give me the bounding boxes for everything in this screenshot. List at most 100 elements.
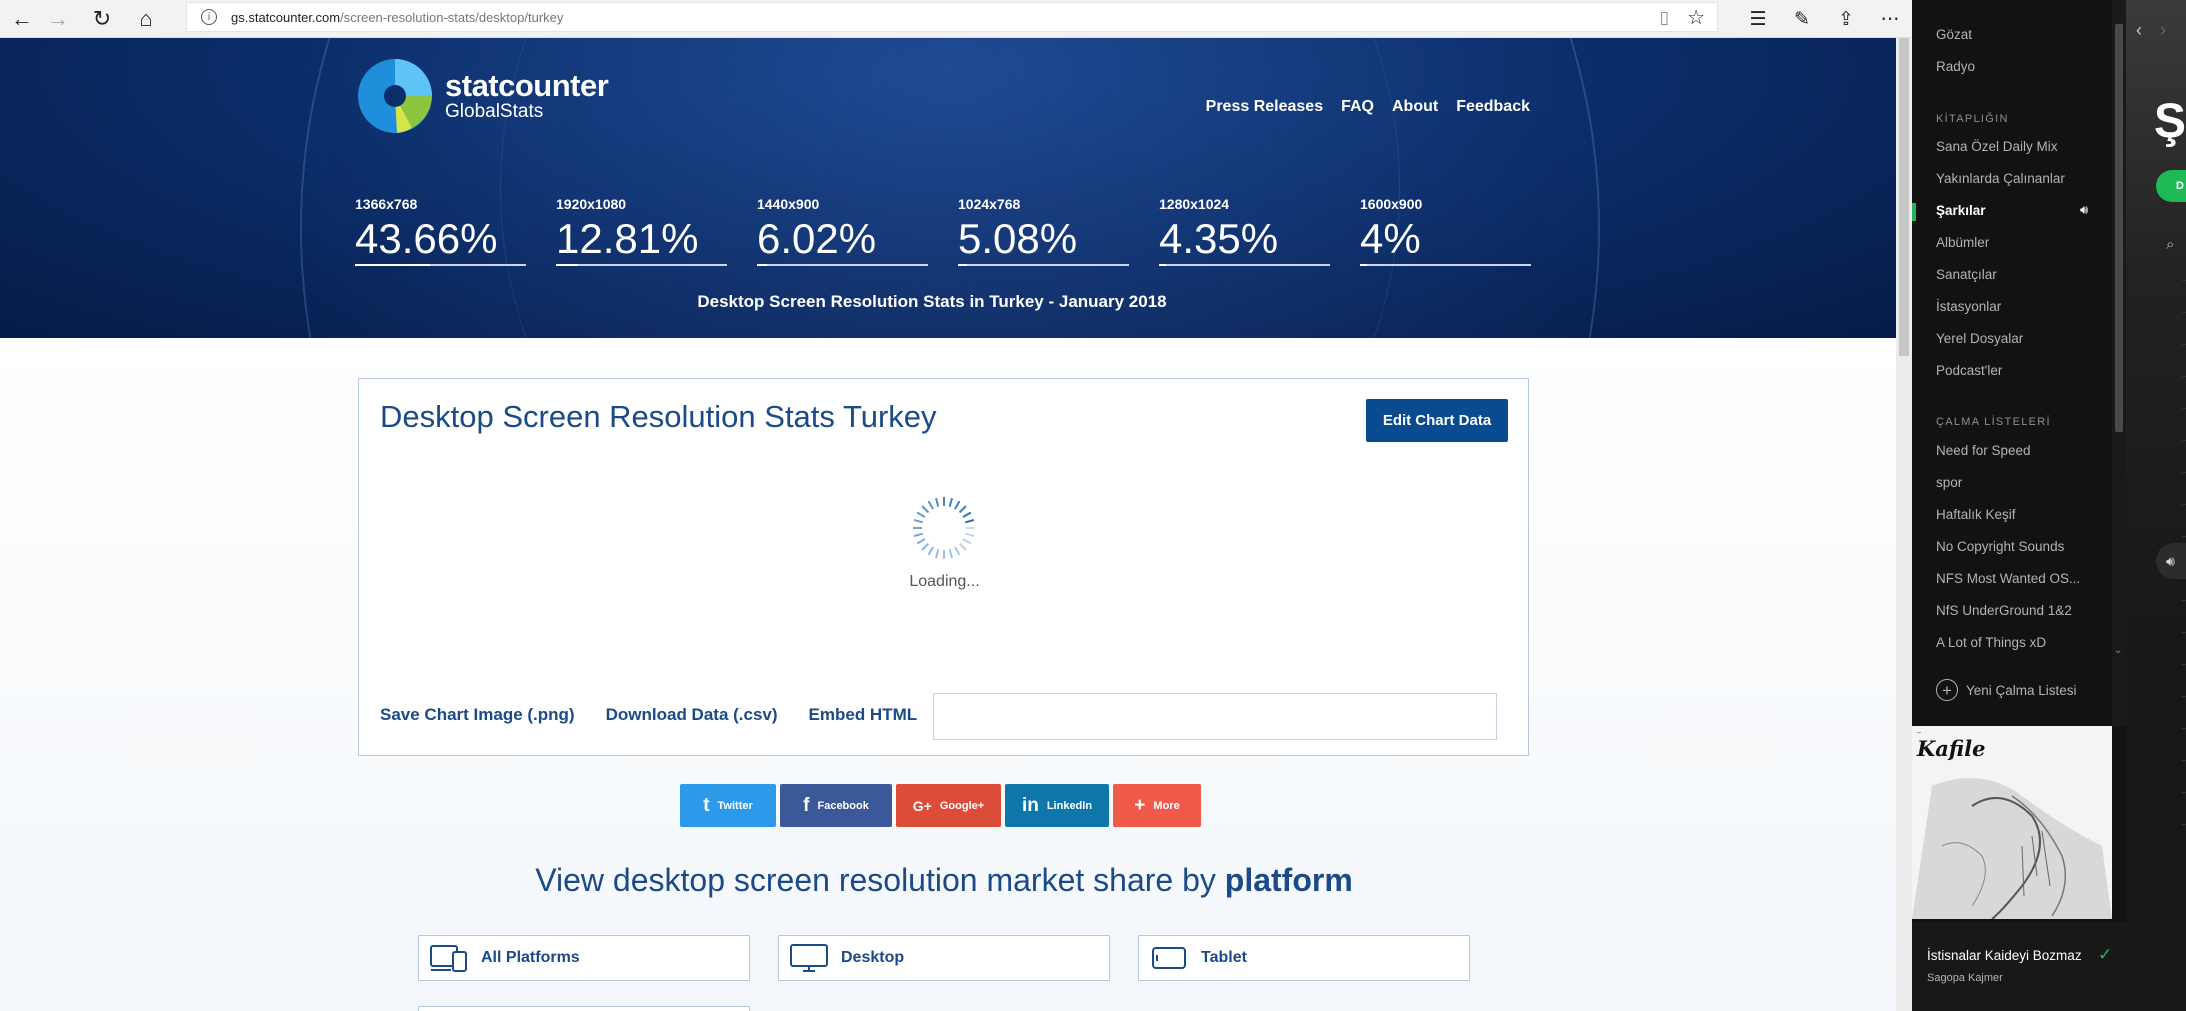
logo-title: statcounter [445, 68, 609, 103]
nav-faq[interactable]: FAQ [1341, 98, 1374, 116]
sidebar-item-radio[interactable]: Radyo [1936, 59, 1975, 74]
platform-label: Tablet [1201, 949, 1247, 966]
stat-item[interactable]: 1600x900 4% [1360, 196, 1531, 266]
page-scrollbar[interactable] [1896, 38, 1912, 1011]
stat-bar-fill [1360, 264, 1367, 266]
refresh-icon[interactable]: ↻ [80, 0, 124, 38]
linkedin-button[interactable]: in LinkedIn [1005, 784, 1109, 827]
sidebar-item-local-files[interactable]: Yerel Dosyalar [1936, 331, 2023, 346]
twitter-button[interactable]: t Twitter [680, 784, 776, 827]
screen: ← → ↻ ⌂ i gs.statcounter.com/screen-reso… [0, 0, 2186, 1011]
playlist-item[interactable]: NFS Most Wanted OS... [1936, 571, 2080, 586]
statcounter-logo[interactable]: statcounter GlobalStats [357, 58, 609, 134]
statcounter-logo-icon [358, 59, 432, 133]
spotify-play-button[interactable]: D [2156, 170, 2186, 202]
stat-percentage: 4.35% [1159, 215, 1279, 262]
twitter-label: Twitter [717, 799, 753, 812]
favorites-list-icon[interactable]: ☰ [1736, 0, 1780, 38]
sidebar-item-recently-played[interactable]: Yakınlarda Çalınanlar [1936, 171, 2065, 186]
playlist-item[interactable]: spor [1936, 475, 1962, 490]
spinner-spoke [964, 532, 975, 537]
stat-bar-fill [556, 264, 578, 266]
home-icon[interactable]: ⌂ [124, 0, 168, 38]
top-stats: 1366x768 43.66% 1920x1080 12.81% 1440x90… [355, 196, 1531, 266]
platform-tablet[interactable]: Tablet [1138, 935, 1470, 981]
spinner-spoke [916, 538, 926, 545]
sidebar-item-browse[interactable]: Gözat [1936, 27, 1972, 42]
forward-icon[interactable]: → [36, 0, 80, 38]
stat-item[interactable]: 1920x1080 12.81% [556, 196, 727, 266]
google-plus-label: Google+ [939, 799, 985, 812]
track-divider [2182, 312, 2186, 313]
track-divider [2182, 376, 2186, 377]
sidebar-item-daily-mix[interactable]: Sana Özel Daily Mix [1936, 139, 2058, 154]
platform-next-row [418, 1006, 750, 1011]
nav-press-releases[interactable]: Press Releases [1206, 98, 1323, 116]
top-nav: Press Releases FAQ About Feedback [1206, 98, 1530, 116]
playlist-item[interactable]: Need for Speed [1936, 443, 2031, 458]
spotify-filter-icon[interactable]: ⌕ [2166, 236, 2174, 253]
spotify-sidebar-scrollbar[interactable]: ⌄ [2112, 0, 2126, 727]
address-bar[interactable]: i gs.statcounter.com/screen-resolution-s… [186, 2, 1718, 32]
spinner-spoke [948, 497, 953, 508]
logo-subtitle: GlobalStats [445, 101, 544, 122]
sidebar-item-albums[interactable]: Albümler [1936, 235, 1989, 250]
playlist-item[interactable]: A Lot of Things xD [1936, 635, 2046, 650]
now-playing-artist[interactable]: Sagopa Kajmer [1927, 972, 2003, 984]
stat-item[interactable]: 1440x900 6.02% [757, 196, 928, 266]
url-path: /screen-resolution-stats/desktop/turkey [340, 9, 564, 25]
stat-item[interactable]: 1366x768 43.66% [355, 196, 526, 266]
stat-percentage: 5.08% [958, 215, 1078, 262]
page-scrollbar-thumb[interactable] [1899, 38, 1909, 356]
stat-bar [1159, 264, 1330, 266]
saved-check-icon[interactable]: ✓ [2098, 945, 2112, 965]
sidebar-item-stations[interactable]: İstasyonlar [1936, 299, 2001, 314]
spinner-spoke [948, 548, 953, 559]
now-playing-title[interactable]: İstisnalar Kaideyi Bozmaz [1927, 948, 2082, 963]
spinner-spoke [921, 505, 930, 514]
sidebar-item-artists[interactable]: Sanatçılar [1936, 267, 1997, 282]
site-info-icon[interactable]: i [201, 9, 217, 25]
favorite-star-icon[interactable]: ☆ [1687, 5, 1705, 30]
spinner-spoke [927, 500, 934, 510]
tablet-icon [1152, 947, 1186, 969]
share-icon[interactable]: ⇪ [1824, 0, 1868, 38]
stat-item[interactable]: 1280x1024 4.35% [1159, 196, 1330, 266]
stat-percentage: 6.02% [757, 215, 877, 262]
scroll-down-icon[interactable]: ⌄ [2114, 645, 2122, 656]
nav-feedback[interactable]: Feedback [1456, 98, 1530, 116]
platform-all-platforms[interactable]: All Platforms [418, 935, 750, 981]
spotify-back-icon[interactable]: ‹ [2136, 20, 2142, 41]
stat-item[interactable]: 1024x768 5.08% [958, 196, 1129, 266]
now-playing-row-speaker-icon[interactable]: 🔊︎ [2156, 543, 2186, 579]
edit-chart-data-button[interactable]: Edit Chart Data [1366, 399, 1508, 442]
platform-desktop[interactable]: Desktop [778, 935, 1110, 981]
spotify-scrollbar-thumb[interactable] [2115, 24, 2123, 432]
track-divider [2182, 408, 2186, 409]
google-plus-button[interactable]: G+ Google+ [896, 784, 1001, 827]
facebook-button[interactable]: f Facebook [780, 784, 892, 827]
webpage: statcounter GlobalStats Press Releases F… [0, 38, 1896, 1011]
playlist-item[interactable]: No Copyright Sounds [1936, 539, 2064, 554]
playlist-item[interactable]: Haftalık Keşif [1936, 507, 2016, 522]
spotify-forward-icon[interactable]: › [2160, 20, 2166, 41]
album-cover[interactable]: ~ Kafile [1912, 726, 2112, 919]
more-icon[interactable]: ⋯ [1868, 0, 1912, 38]
reading-view-icon[interactable]: ▯ [1660, 8, 1669, 28]
new-playlist-button[interactable]: + Yeni Çalma Listesi [1936, 679, 2077, 701]
more-share-button[interactable]: + More [1113, 784, 1201, 827]
nav-about[interactable]: About [1392, 98, 1438, 116]
platform-label: All Platforms [481, 949, 580, 966]
sidebar-item-podcasts[interactable]: Podcast'ler [1936, 363, 2002, 378]
sidebar-item-songs[interactable]: Şarkılar [1936, 203, 1986, 218]
embed-html-link[interactable]: Embed HTML [809, 705, 918, 725]
save-chart-image-link[interactable]: Save Chart Image (.png) [380, 705, 575, 725]
web-note-icon[interactable]: ✎ [1780, 0, 1824, 38]
embed-html-input[interactable] [933, 693, 1497, 740]
download-data-link[interactable]: Download Data (.csv) [606, 705, 778, 725]
playlist-item[interactable]: NfS UnderGround 1&2 [1936, 603, 2072, 618]
plus-icon: + [1134, 794, 1146, 816]
twitter-icon: t [703, 794, 710, 816]
new-playlist-label: Yeni Çalma Listesi [1966, 682, 2077, 698]
platform-label: Desktop [841, 949, 905, 966]
